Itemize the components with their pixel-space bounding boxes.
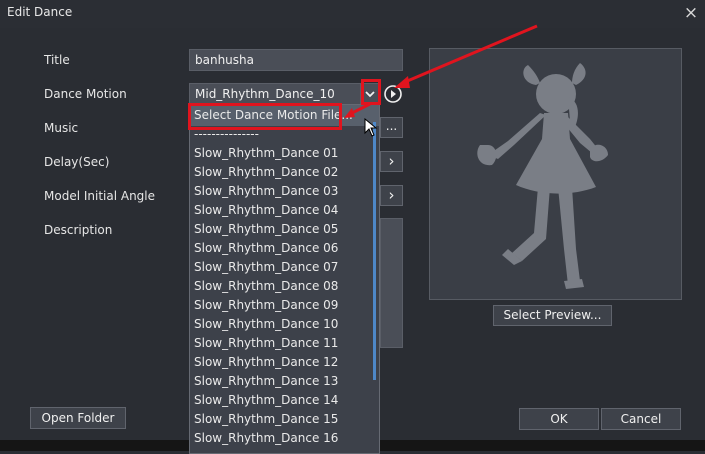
mouse-cursor-icon — [364, 118, 378, 137]
annotation-arrow-icon — [344, 24, 538, 118]
